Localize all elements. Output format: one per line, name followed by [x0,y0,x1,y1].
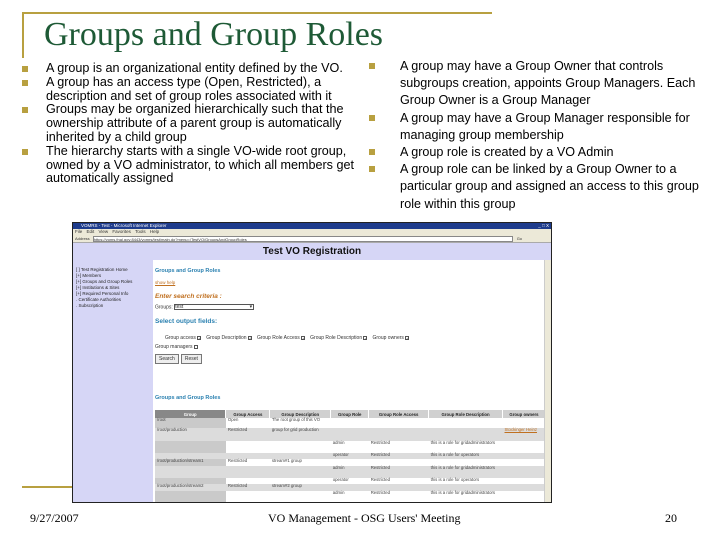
table-row: admin Restricted this is a role for gridad… [155,465,546,478]
address-label: Address [75,235,90,241]
column-header[interactable]: Group Role [330,410,370,418]
bottom-rule [22,486,72,488]
window-buttons[interactable]: _ □ X [538,223,549,229]
search-button[interactable]: Search [155,354,179,364]
table-header-row: Group Group Access Group Description Group … [155,410,546,418]
bullet-item: A group may have a Group Owner that cont… [369,58,715,110]
table-cell [155,441,226,453]
table-cell: /root/production [155,427,226,441]
field-checkbox[interactable]: ✓ [300,335,305,340]
table-cell [369,418,429,428]
address-input[interactable]: https://voms.fnal.gov:8443/vomrs/test/ma… [92,235,513,242]
window-title: VOMRS - Test - Microsoft Internet Explor… [81,223,167,228]
table-cell [503,459,546,466]
left-bullets: A group is an organizational entity defi… [22,61,368,186]
bullet-item: A group may have a Group Manager respons… [369,110,715,144]
table-cell: /root/production/stream2 [155,483,226,491]
table-cell [503,441,546,453]
column-header[interactable]: Group owners [502,410,546,418]
groups-label: Groups: [155,304,173,311]
field-checkbox[interactable]: ✓ [363,335,367,340]
table-cell: stream#1 group [271,458,302,463]
table-cell [503,491,546,502]
groups-filter: Groups: test [155,304,255,311]
table-cell [155,491,226,502]
groups-select[interactable]: test [174,304,255,310]
browser-screenshot: VOMRS - Test - Microsoft Internet Explor… [72,222,552,503]
table-cell [502,484,546,491]
top-rule [22,12,492,14]
footer-title: VO Management - OSG Users' Meeting [268,511,461,525]
address-bar: Address https://voms.fnal.gov:8443/vomrs/… [73,235,551,243]
bullet-item: The hierarchy starts with a single VO-wi… [22,144,368,186]
table-cell: stream#2 group [269,483,331,491]
table-cell [226,491,270,502]
table-cell: /root/production/stream1 [155,458,226,466]
table-cell [226,441,270,453]
page-number: 20 [665,511,677,525]
field-checkbox[interactable]: ✓ [404,335,409,340]
bullet-item: A group is an organizational entity defi… [22,61,368,76]
field-label: Group Role Description [310,335,363,341]
table-cell: Restricted [225,427,270,441]
section-heading: Groups and Group Roles [155,268,221,274]
go-button[interactable]: Go [517,235,522,243]
reset-button[interactable]: Reset [180,354,202,364]
output-heading: Select output fields: [155,318,218,325]
footer-date: 9/27/2007 [30,511,79,525]
bullet-item: Groups may be organized hierarchically s… [22,102,368,144]
results-heading: Groups and Group Roles [155,395,221,401]
field-label: Group Description [206,335,247,341]
window-titlebar: VOMRS - Test - Microsoft Internet Explor… [73,223,551,229]
search-heading: Enter search criteria : [155,293,222,300]
table-cell: group for grid production [269,427,331,441]
right-bullets: A group may have a Group Owner that cont… [369,58,715,213]
slide-title: Groups and Group Roles [44,16,384,53]
sidebar-nav: [ ] Test Registration Home [+] Members [… [73,260,153,502]
main-content: Groups and Group Roles show help Enter s… [155,260,546,502]
managers-checkbox[interactable] [193,344,198,349]
table-row: /root Open The root group of this VO [155,417,546,428]
table-row: admin Restricted this is a role for gridad… [155,440,546,453]
bullet-item: A group role is created by a VO Admin [369,144,715,161]
table-cell [269,466,331,478]
results-table: Group Group Access Group Description Group … [155,410,546,502]
field-label: Group managers [155,344,193,350]
table-cell [331,418,369,428]
table-cell [270,491,331,502]
table-cell [225,466,270,478]
owner-link[interactable]: Stockinger Heinz [502,427,546,441]
groups-value: test [175,304,184,310]
output-fields: Group access ✓ Group Description ✓ Group R… [165,335,413,341]
table-cell [502,466,546,478]
form-buttons: Search Reset [155,354,204,364]
show-help-link[interactable]: show help [155,280,175,285]
table-cell [270,441,331,453]
scrollbar[interactable] [544,260,551,502]
field-label: Group owners [372,335,404,341]
managers-field: Group managers [155,344,202,350]
bullet-item: A group role can be linked by a Group Ow… [369,161,715,213]
table-cell [429,418,503,428]
field-label: Group Role Access [256,335,300,341]
nav-item[interactable]: . Subscription [76,303,150,309]
column-header[interactable]: Group Role Description [428,410,503,418]
field-label: Group access [165,335,196,341]
table-cell: Restricted [227,458,248,463]
table-cell [155,466,226,478]
page-header: Test VO Registration [73,243,551,260]
table-row: admin Restricted this is a role for gridad… [155,490,546,502]
table-cell: Restricted [225,483,270,491]
column-header[interactable]: Group Role Access [368,410,430,418]
field-checkbox[interactable]: ✓ [196,335,201,340]
left-rule [22,12,24,58]
bullet-item: A group has an access type (Open, Restri… [22,75,368,104]
field-checkbox[interactable]: ✓ [247,335,252,340]
